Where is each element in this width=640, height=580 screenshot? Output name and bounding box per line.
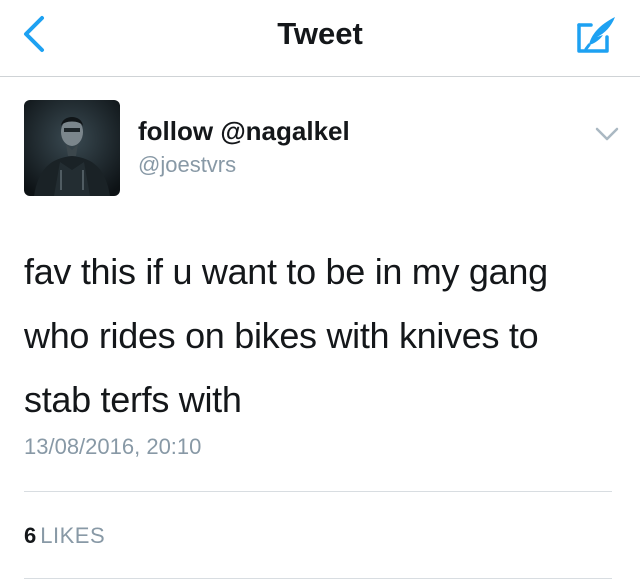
- compose-tweet-icon: [577, 17, 615, 53]
- divider: [24, 491, 612, 492]
- tweet-text: fav this if u want to be in my gang who …: [24, 251, 548, 420]
- profile-photo-icon: [24, 100, 120, 196]
- author-handle[interactable]: @joestvrs: [138, 152, 236, 178]
- avatar[interactable]: [24, 100, 120, 196]
- navigation-bar: Tweet: [0, 0, 640, 77]
- divider: [24, 578, 612, 579]
- more-options-button[interactable]: [594, 124, 620, 144]
- likes-count: 6: [24, 523, 37, 548]
- likes-stat[interactable]: 6 LIKES: [24, 523, 105, 549]
- tweet-timestamp: 13/08/2016, 20:10: [24, 434, 202, 459]
- page-title: Tweet: [277, 16, 363, 51]
- compose-tweet-button[interactable]: [574, 12, 620, 58]
- likes-label: LIKES: [40, 523, 106, 548]
- chevron-down-icon: [595, 127, 619, 141]
- author-name[interactable]: follow @nagalkel: [138, 116, 350, 147]
